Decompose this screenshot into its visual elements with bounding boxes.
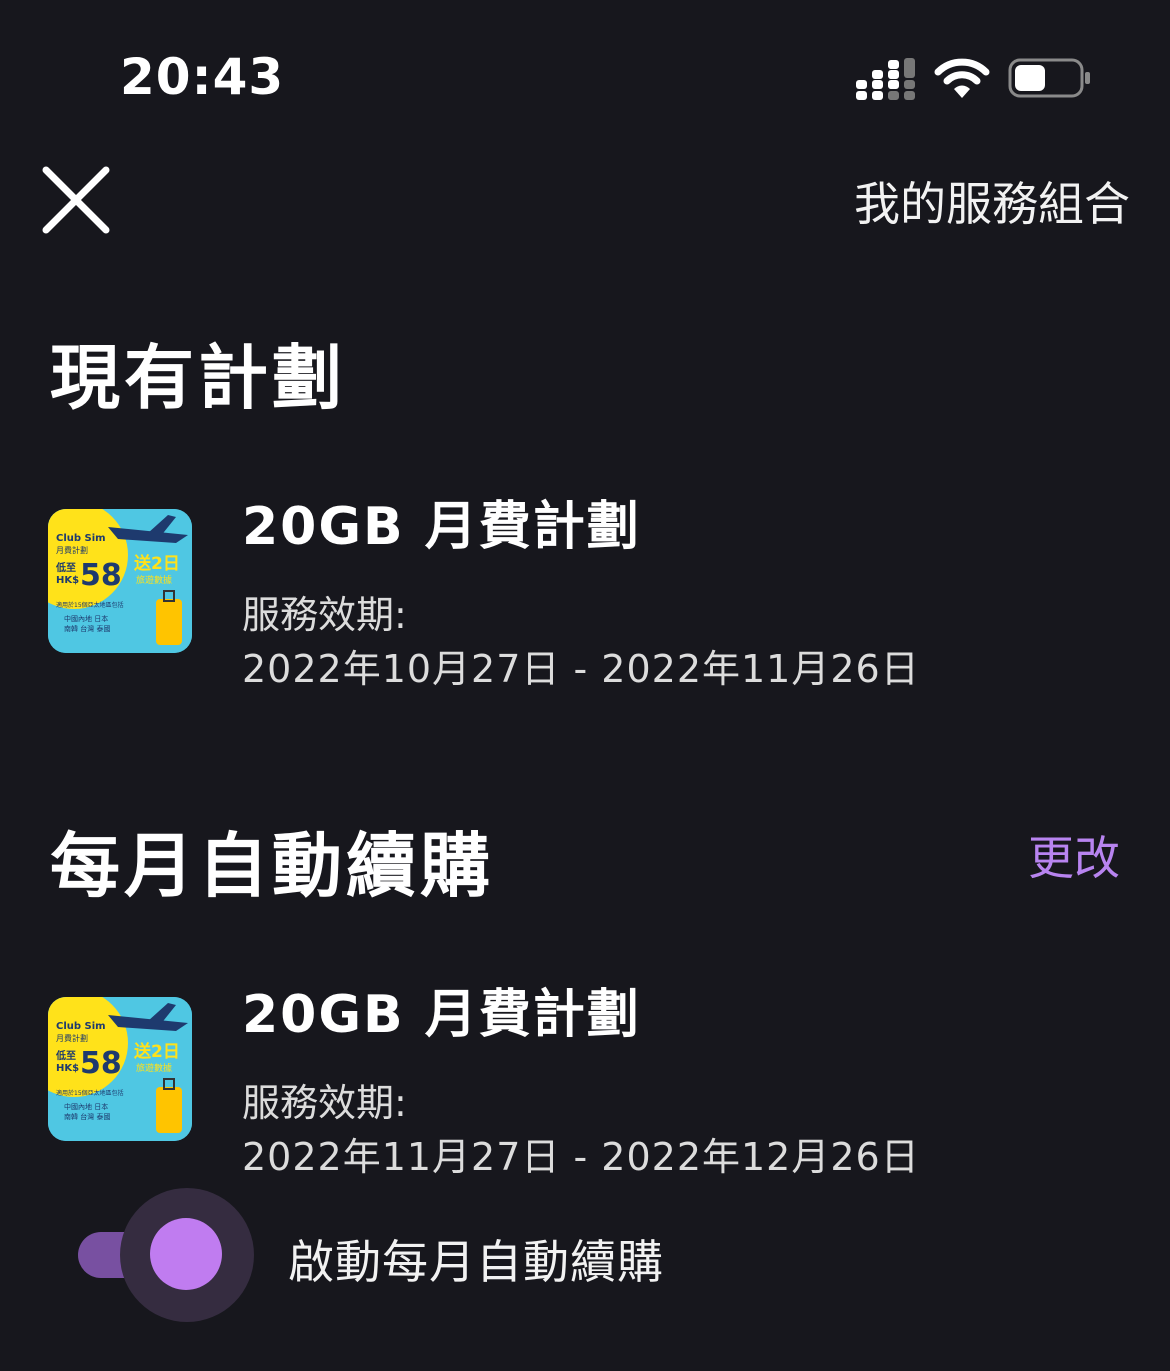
- plan-thumbnail: Club Sim 月費計劃 低至 HK$ 58 送2日 旅遊數據 適用於15個亞…: [48, 509, 192, 653]
- svg-text:中國內地 日本: 中國內地 日本: [64, 1102, 108, 1111]
- travel-promo-image: Club Sim 月費計劃 低至 HK$ 58 送2日 旅遊數據 適用於15個亞…: [48, 509, 192, 653]
- battery-icon: [1008, 58, 1090, 98]
- renew-plan-validity-label: 服務效期:: [242, 1081, 407, 1125]
- svg-text:HK$: HK$: [56, 1063, 79, 1074]
- travel-promo-image: Club Sim 月費計劃 低至 HK$ 58 送2日 旅遊數據 適用於15個亞…: [48, 997, 192, 1141]
- svg-text:58: 58: [80, 558, 122, 593]
- svg-text:月費計劃: 月費計劃: [56, 545, 88, 555]
- svg-text:月費計劃: 月費計劃: [56, 1033, 88, 1043]
- svg-text:適用於15個亞太地區包括: 適用於15個亞太地區包括: [56, 1089, 124, 1097]
- cellular-signal-icon: [856, 58, 915, 100]
- edit-auto-renew-link[interactable]: 更改: [1028, 822, 1120, 888]
- svg-text:旅遊數據: 旅遊數據: [136, 1062, 172, 1074]
- svg-text:低至: 低至: [55, 561, 76, 574]
- status-time: 20:43: [120, 48, 285, 106]
- current-plan-heading: 現有計劃: [50, 337, 346, 419]
- auto-renew-heading: 每月自動續購: [50, 825, 494, 907]
- auto-renew-toggle[interactable]: [78, 1188, 258, 1322]
- toggle-knob: [150, 1218, 222, 1290]
- svg-text:低至: 低至: [55, 1049, 76, 1062]
- svg-text:58: 58: [80, 1046, 122, 1081]
- svg-text:送2日: 送2日: [134, 1041, 180, 1062]
- auto-renew-toggle-label: 啟動每月自動續購: [288, 1235, 664, 1289]
- svg-text:南韓 台灣 泰國: 南韓 台灣 泰國: [64, 624, 110, 633]
- renew-plan-validity-dates: 2022年11月27日 - 2022年12月26日: [242, 1135, 920, 1179]
- current-plan-validity-label: 服務效期:: [242, 593, 407, 637]
- wifi-icon: [934, 58, 990, 98]
- svg-text:旅遊數據: 旅遊數據: [136, 574, 172, 586]
- page-title: 我的服務組合: [854, 177, 1130, 231]
- plan-thumbnail: Club Sim 月費計劃 低至 HK$ 58 送2日 旅遊數據 適用於15個亞…: [48, 997, 192, 1141]
- svg-text:中國內地 日本: 中國內地 日本: [64, 614, 108, 623]
- renew-plan-name: 20GB 月費計劃: [242, 985, 641, 1045]
- svg-text:HK$: HK$: [56, 575, 79, 586]
- close-button[interactable]: [38, 162, 114, 238]
- svg-text:南韓 台灣 泰國: 南韓 台灣 泰國: [64, 1112, 110, 1121]
- svg-text:送2日: 送2日: [134, 553, 180, 574]
- svg-text:Club Sim: Club Sim: [56, 533, 106, 544]
- svg-text:Club Sim: Club Sim: [56, 1021, 106, 1032]
- svg-text:適用於15個亞太地區包括: 適用於15個亞太地區包括: [56, 601, 124, 609]
- current-plan-validity-dates: 2022年10月27日 - 2022年11月26日: [242, 647, 920, 691]
- current-plan-name: 20GB 月費計劃: [242, 497, 641, 557]
